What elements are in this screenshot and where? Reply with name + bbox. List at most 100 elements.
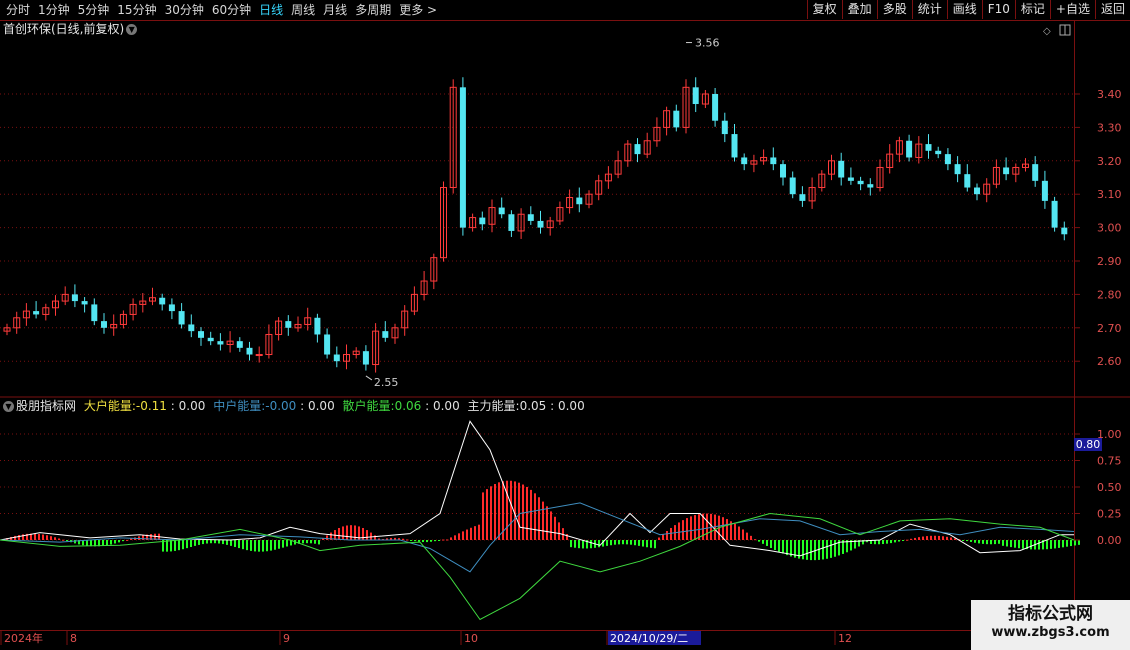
indicator-histogram-bar xyxy=(446,539,448,541)
price-tick-label: 2.70 xyxy=(1097,322,1122,335)
price-tick-label: 3.40 xyxy=(1097,88,1122,101)
indicator-histogram-bar xyxy=(878,540,880,545)
candle-body xyxy=(838,160,845,178)
candle-body xyxy=(944,154,951,165)
indicator-histogram-bar xyxy=(766,540,768,546)
indicator-histogram-bar xyxy=(106,540,108,546)
candle-body xyxy=(101,321,107,328)
candle-body xyxy=(721,120,728,135)
indicator-histogram-bar xyxy=(750,535,752,540)
indicator-histogram-bar xyxy=(342,526,344,540)
candle-body xyxy=(236,341,243,348)
indicator-histogram-bar xyxy=(754,539,756,541)
indicator-histogram-bar xyxy=(834,540,836,557)
chevron-down-icon[interactable]: ▼ xyxy=(3,401,14,412)
indicator-histogram-bar xyxy=(642,540,644,547)
stock-chart[interactable]: 3.56 2.55 3.40 3.30 3.20 3.10 3.00 2.90 2.80 2.7… xyxy=(0,0,1130,650)
stock-title[interactable]: 首创环保(日线,前复权) ▼ xyxy=(3,22,138,36)
indicator-histogram-bar xyxy=(470,527,472,540)
chevron-down-icon[interactable]: ▼ xyxy=(126,24,138,35)
indicator-histogram-bar xyxy=(546,506,548,540)
candle-body xyxy=(498,207,505,215)
indicator-histogram-bar xyxy=(442,539,444,541)
indicator-histogram-bar xyxy=(454,535,456,540)
indicator-histogram-bar xyxy=(1046,540,1048,550)
indicator-histogram-bar xyxy=(282,540,284,548)
indicator-histogram-bar xyxy=(746,532,748,540)
indicator-histogram-bar xyxy=(738,526,740,540)
indicator-histogram-bar xyxy=(918,537,920,540)
diamond-icon[interactable]: ◇ xyxy=(1043,26,1051,37)
candle-body xyxy=(857,180,864,185)
indicator-histogram-bar xyxy=(142,535,144,540)
indicator-histogram-bar xyxy=(530,489,532,540)
indicator-histogram-bar xyxy=(686,518,688,540)
indicator-histogram-bar xyxy=(18,535,20,540)
candle-body xyxy=(159,297,166,305)
candle-body xyxy=(867,184,874,188)
candle-body xyxy=(964,174,971,188)
indicator-histogram-bar xyxy=(974,540,976,543)
indicator-histogram-bar xyxy=(898,540,900,542)
indicator-histogram-bar xyxy=(414,540,416,542)
indicator-histogram-bar xyxy=(962,540,964,541)
candle-body xyxy=(324,334,331,355)
indicator-histogram-bar xyxy=(758,540,760,542)
indicator-histogram-bar xyxy=(402,538,404,540)
indicator-histogram-bar xyxy=(810,540,812,561)
indicator-histogram-bar xyxy=(786,540,788,556)
candle-body xyxy=(673,110,680,128)
indicator-histogram-bar xyxy=(58,538,60,540)
indicator-histogram-bar xyxy=(274,540,276,550)
crosshair-value-box: 0.80 xyxy=(1074,438,1102,451)
indicator-histogram-bar xyxy=(1002,540,1004,546)
indicator-histogram-bar xyxy=(774,540,776,550)
indicator-histogram-bar xyxy=(518,482,520,540)
indicator-histogram-bar xyxy=(114,540,116,544)
indicator-histogram-bar xyxy=(182,540,184,550)
indicator-histogram-bar xyxy=(170,540,172,552)
indicator-tick-label: 0.00 xyxy=(1097,534,1122,547)
indicator-histogram-bar xyxy=(430,540,432,542)
indicator-histogram-bar xyxy=(122,540,124,542)
indicator-histogram-bar xyxy=(666,531,668,540)
indicator-histogram-bar xyxy=(678,522,680,540)
indicator-histogram-bar xyxy=(950,537,952,540)
watermark-url: www.zbgs3.com xyxy=(991,625,1110,640)
candle-body xyxy=(974,187,980,195)
candle-body xyxy=(847,177,854,181)
mid-energy-extra: : 0.00 xyxy=(300,399,335,413)
indicator-histogram-bar xyxy=(522,484,524,540)
indicator-histogram-bar xyxy=(126,539,128,541)
indicator-histogram-bar xyxy=(994,540,996,545)
candle-body xyxy=(1041,180,1048,201)
indicator-histogram-bar xyxy=(514,481,516,540)
indicator-histogram-bar xyxy=(118,540,120,543)
indicator-histogram-bar xyxy=(630,540,632,545)
indicator-histogram-bar xyxy=(190,540,192,547)
indicator-title: ▼ 股朋指标网 大户能量:-0.11 : 0.00 中户能量:-0.00 : 0.… xyxy=(3,399,585,413)
big-energy-extra: : 0.00 xyxy=(170,399,206,413)
candle-body xyxy=(799,194,806,201)
indicator-histogram-bar xyxy=(1006,540,1008,547)
indicator-histogram-bar xyxy=(1030,540,1032,550)
indicator-histogram-bar xyxy=(510,480,512,540)
indicator-histogram-bar xyxy=(278,540,280,549)
indicator-histogram-bar xyxy=(942,536,944,540)
indicator-histogram-bar xyxy=(1050,540,1052,549)
indicator-histogram-bar xyxy=(970,540,972,542)
low-price-label: 2.55 xyxy=(374,376,399,389)
price-tick-label: 3.30 xyxy=(1097,121,1122,134)
indicator-histogram-bar xyxy=(110,540,112,545)
candle-body xyxy=(81,301,88,305)
candle-body xyxy=(1032,164,1039,181)
grid-lines xyxy=(0,93,1074,541)
indicator-histogram-bar xyxy=(490,486,492,540)
indicator-histogram-bar xyxy=(458,533,460,540)
date-tick-label: 10 xyxy=(464,632,478,645)
indicator-histogram-bar xyxy=(542,501,544,540)
mid-energy-label: 中户能量: xyxy=(213,399,266,413)
big-energy-value: -0.11 xyxy=(135,399,167,413)
candle-body xyxy=(925,144,932,151)
indicator-histogram-bar xyxy=(466,529,468,540)
